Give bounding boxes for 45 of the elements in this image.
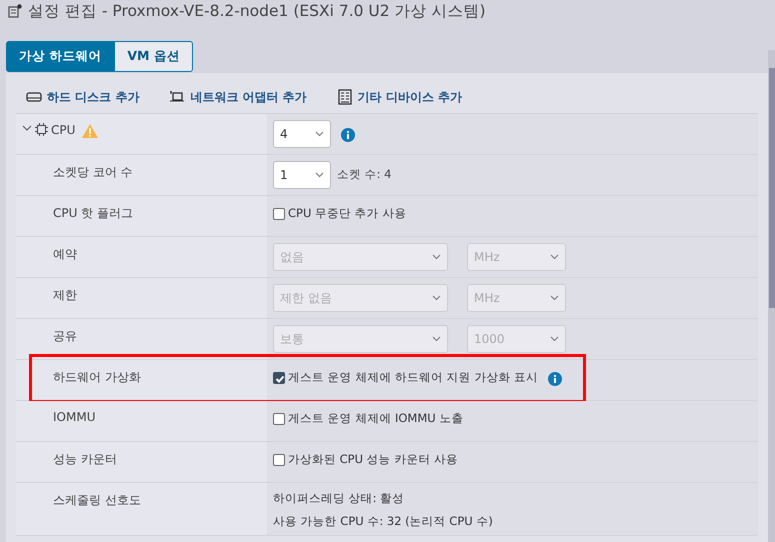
field-label: 제한 (53, 287, 77, 304)
field-note: 소켓 수: 4 (337, 166, 392, 182)
checkbox-label[interactable]: 게스트 운영 체제에 IOMMU 노출 (288, 411, 464, 426)
checkbox-label[interactable]: CPU 무중단 추가 사용 (288, 206, 406, 221)
toolbar-link[interactable]: 기타 디바이스 추가 (336, 88, 462, 106)
dropdown: 보통 (273, 325, 448, 353)
chevron-down-icon[interactable] (22, 123, 32, 133)
checkbox[interactable] (273, 454, 285, 466)
tab[interactable]: VM 옵션 (114, 41, 193, 72)
chevron-down-icon (550, 336, 559, 342)
chip-icon (35, 123, 48, 136)
device-list-icon (336, 89, 353, 105)
checkbox[interactable] (273, 412, 285, 424)
checkbox-label[interactable]: 가상화된 CPU 성능 카운터 사용 (288, 452, 458, 467)
field-label: 예약 (53, 246, 77, 263)
field-label: CPU 핫 플러그 (53, 205, 134, 222)
window-title: 설정 편집 - Proxmox-VE-8.2-node1 (ESXi 7.0 U2 가상 시스템) (28, 0, 486, 22)
chevron-down-icon (315, 172, 324, 178)
field-label: 성능 카운터 (53, 451, 117, 468)
field-label: 공유 (53, 328, 77, 345)
scrollbar[interactable] (768, 50, 775, 542)
chevron-down-icon (432, 295, 441, 301)
toolbar-link[interactable]: 네트워크 어댑터 추가 (169, 88, 307, 106)
info-text: 하이퍼스레딩 상태: 활성 (273, 491, 406, 506)
checkbox-label[interactable]: 게스트 운영 체제에 하드웨어 지원 가상화 표시 (288, 370, 538, 385)
field-label: 스케줄링 선호도 (53, 492, 141, 509)
chevron-down-icon (432, 254, 441, 260)
field-label: 하드웨어 가상화 (53, 369, 141, 386)
checkbox[interactable] (273, 208, 285, 220)
field-label: IOMMU (53, 410, 96, 424)
dropdown: 없음 (273, 243, 448, 271)
window-settings-icon (8, 4, 22, 18)
chevron-down-icon (432, 336, 441, 342)
checkbox[interactable] (273, 372, 285, 384)
chevron-down-icon (315, 131, 324, 137)
field-label: 소켓당 코어 수 (53, 164, 133, 181)
toolbar-link[interactable]: 하드 디스크 추가 (26, 88, 140, 106)
info-text: 사용 가능한 CPU 수: 32 (논리적 CPU 수) (273, 514, 493, 529)
tab[interactable]: 가상 하드웨어 (6, 41, 114, 72)
field-label: CPU (51, 123, 76, 137)
dropdown: 제한 없음 (273, 284, 448, 312)
chevron-down-icon (550, 295, 559, 301)
dropdown[interactable]: 1 (273, 161, 331, 189)
chevron-down-icon (550, 254, 559, 260)
dropdown[interactable]: 4 (273, 120, 331, 148)
